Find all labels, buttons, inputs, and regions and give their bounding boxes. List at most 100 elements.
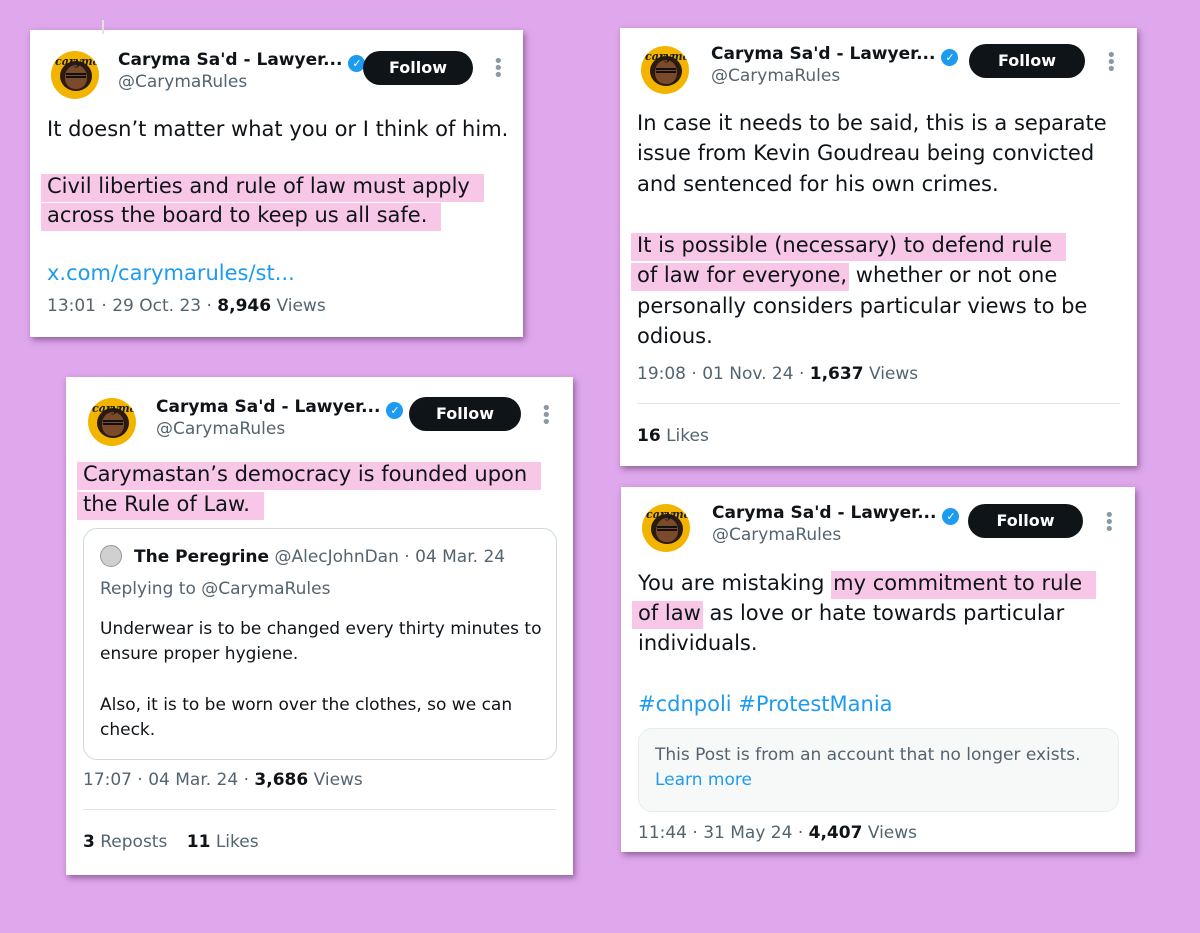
more-options-icon[interactable]: • • • <box>1104 507 1115 539</box>
likes-label: Likes <box>666 426 709 446</box>
quoted-author-meta: @AlecJohnDan · 04 Mar. 24 <box>274 547 506 567</box>
quoted-author-name[interactable]: The Peregrine <box>134 547 269 567</box>
reposts-count: 3 <box>83 832 95 852</box>
learn-more-link[interactable]: Learn more <box>655 770 752 790</box>
highlight-text: It is possible (necessary) to defend rul… <box>631 233 1067 261</box>
author-handle[interactable]: @CarymaRules <box>711 66 840 86</box>
quoted-text-line: ensure proper hygiene. <box>100 644 299 664</box>
views-count: 4,407 <box>808 823 863 843</box>
tweet-text-line: In case it needs to be said, this is a s… <box>637 111 1107 135</box>
author-name[interactable]: Caryma Sa'd - Lawyer... ✓ <box>118 50 366 72</box>
thread-line <box>102 20 104 34</box>
tweet-meta: 19:08 · 01 Nov. 24 · 1,637 Views <box>637 364 918 384</box>
highlight-text: the Rule of Law. <box>77 492 264 520</box>
highlight-text: of law for everyone, <box>631 263 850 291</box>
quoted-author-avatar <box>100 545 122 567</box>
quoted-text-line: Also, it is to be worn over the clothes,… <box>100 695 513 715</box>
views-count: 1,637 <box>809 364 864 384</box>
tweet-card-3: caryma Caryma Sa'd - Lawyer... ✓ @CarymaR… <box>66 377 573 875</box>
tweet-text-line: odious. <box>637 324 713 348</box>
quoted-tweet-header: The Peregrine @AlecJohnDan · 04 Mar. 24 <box>134 547 505 567</box>
tweet-text: You are mistaking <box>638 571 832 595</box>
divider <box>637 403 1120 404</box>
hashtags[interactable]: #cdnpoli #ProtestMania <box>638 689 893 719</box>
tweet-link[interactable]: x.com/carymarules/st... <box>47 258 295 288</box>
more-options-icon[interactable]: • • • <box>1106 47 1117 79</box>
more-options-icon[interactable]: • • • <box>493 53 504 85</box>
tweet-meta: 11:44 · 31 May 24 · 4,407 Views <box>638 823 917 843</box>
unavailable-post-notice: This Post is from an account that no lon… <box>638 728 1119 812</box>
divider <box>83 809 556 810</box>
author-name-text: Caryma Sa'd - Lawyer... <box>118 50 343 70</box>
likes-stat[interactable]: 11 Likes <box>187 832 259 852</box>
author-name[interactable]: Caryma Sa'd - Lawyer... ✓ <box>156 397 404 419</box>
likes-stat[interactable]: 16 Likes <box>637 426 709 446</box>
views-label: Views <box>867 823 918 843</box>
avatar-logo-text: caryma <box>55 55 99 68</box>
tweet-text-line: individuals. <box>638 631 758 655</box>
verified-icon: ✓ <box>386 402 404 419</box>
quoted-tweet[interactable]: The Peregrine @AlecJohnDan · 04 Mar. 24 … <box>83 528 557 760</box>
replying-to: Replying to @CarymaRules <box>100 579 331 599</box>
highlight-text: of law <box>632 601 703 629</box>
author-name-text: Caryma Sa'd - Lawyer... <box>156 397 381 417</box>
verified-icon: ✓ <box>942 508 960 525</box>
views-count: 3,686 <box>254 770 309 790</box>
author-handle[interactable]: @CarymaRules <box>712 525 841 545</box>
views-count: 8,946 <box>217 296 272 316</box>
tweet-text: whether or not one <box>849 263 1058 287</box>
tweet-text-line: personally considers particular views to… <box>637 294 1088 318</box>
likes-label: Likes <box>215 832 259 852</box>
highlight-text: Carymastan’s democracy is founded upon <box>77 462 542 490</box>
tweet-meta: 13:01 · 29 Oct. 23 · 8,946 Views <box>47 296 326 316</box>
tweet-text-highlight-line: It is possible (necessary) to defend rul… <box>631 230 1067 261</box>
timestamp[interactable]: 17:07 · 04 Mar. 24 · <box>83 770 249 790</box>
avatar-logo-text: caryma <box>645 50 689 63</box>
avatar-logo-text: caryma <box>646 508 690 521</box>
views-label: Views <box>313 770 363 790</box>
tweet-text-line: and sentenced for his own crimes. <box>637 172 999 196</box>
follow-button[interactable]: Follow <box>409 397 521 431</box>
follow-button[interactable]: Follow <box>969 44 1085 78</box>
highlight-text: my commitment to rule <box>831 571 1097 599</box>
avatar[interactable]: caryma <box>51 51 99 99</box>
tweet-text-line: You are mistaking my commitment to rule <box>638 568 1097 599</box>
tweet-text: as love or hate towards particular <box>702 601 1065 625</box>
tweet-text-line: of law as love or hate towards particula… <box>632 598 1065 629</box>
tweet-text-line: It doesn’t matter what you or I think of… <box>47 117 509 141</box>
tweet-card-1: caryma Caryma Sa'd - Lawyer... ✓ @CarymaR… <box>30 20 523 337</box>
author-name[interactable]: Caryma Sa'd - Lawyer... ✓ <box>711 44 959 66</box>
reposts-label: Reposts <box>100 832 168 852</box>
likes-count: 11 <box>186 832 211 852</box>
tweet-text-highlight-line: across the board to keep us all safe. <box>41 200 442 231</box>
timestamp[interactable]: 13:01 · 29 Oct. 23 · <box>47 296 212 316</box>
tweet-text-highlight-line: Civil liberties and rule of law must app… <box>41 171 484 202</box>
reposts-stat[interactable]: 3 Reposts <box>83 832 167 852</box>
follow-button[interactable]: Follow <box>363 51 473 85</box>
author-handle[interactable]: @CarymaRules <box>118 72 247 92</box>
author-handle[interactable]: @CarymaRules <box>156 419 285 439</box>
quoted-text-line: check. <box>100 720 156 740</box>
tweet-text-line: issue from Kevin Goudreau being convicte… <box>637 141 1095 165</box>
views-label: Views <box>868 364 919 384</box>
likes-count: 16 <box>637 426 661 446</box>
avatar[interactable]: caryma <box>88 398 136 446</box>
author-name[interactable]: Caryma Sa'd - Lawyer... ✓ <box>712 503 960 525</box>
tweet-text-line: of law for everyone, whether or not one <box>631 260 1058 291</box>
tweet-text-highlight-line: Carymastan’s democracy is founded upon <box>77 459 542 490</box>
timestamp[interactable]: 11:44 · 31 May 24 · <box>638 823 803 843</box>
author-name-text: Caryma Sa'd - Lawyer... <box>712 503 937 523</box>
tweet-card-4: caryma Caryma Sa'd - Lawyer... ✓ @CarymaR… <box>621 487 1135 852</box>
tweet-card-2: caryma Caryma Sa'd - Lawyer... ✓ @CarymaR… <box>620 28 1137 466</box>
follow-button[interactable]: Follow <box>968 504 1083 538</box>
views-label: Views <box>276 296 326 316</box>
engagement-stats: 3 Reposts 11 Likes <box>83 832 259 852</box>
tweet-text-highlight-line: the Rule of Law. <box>77 489 264 520</box>
avatar[interactable]: caryma <box>642 504 690 552</box>
tweet-meta: 17:07 · 04 Mar. 24 · 3,686 Views <box>83 770 363 790</box>
avatar[interactable]: caryma <box>641 46 689 94</box>
timestamp[interactable]: 19:08 · 01 Nov. 24 · <box>637 364 804 384</box>
verified-icon: ✓ <box>941 49 959 66</box>
highlight-text: across the board to keep us all safe. <box>41 203 442 231</box>
more-options-icon[interactable]: • • • <box>541 400 552 432</box>
